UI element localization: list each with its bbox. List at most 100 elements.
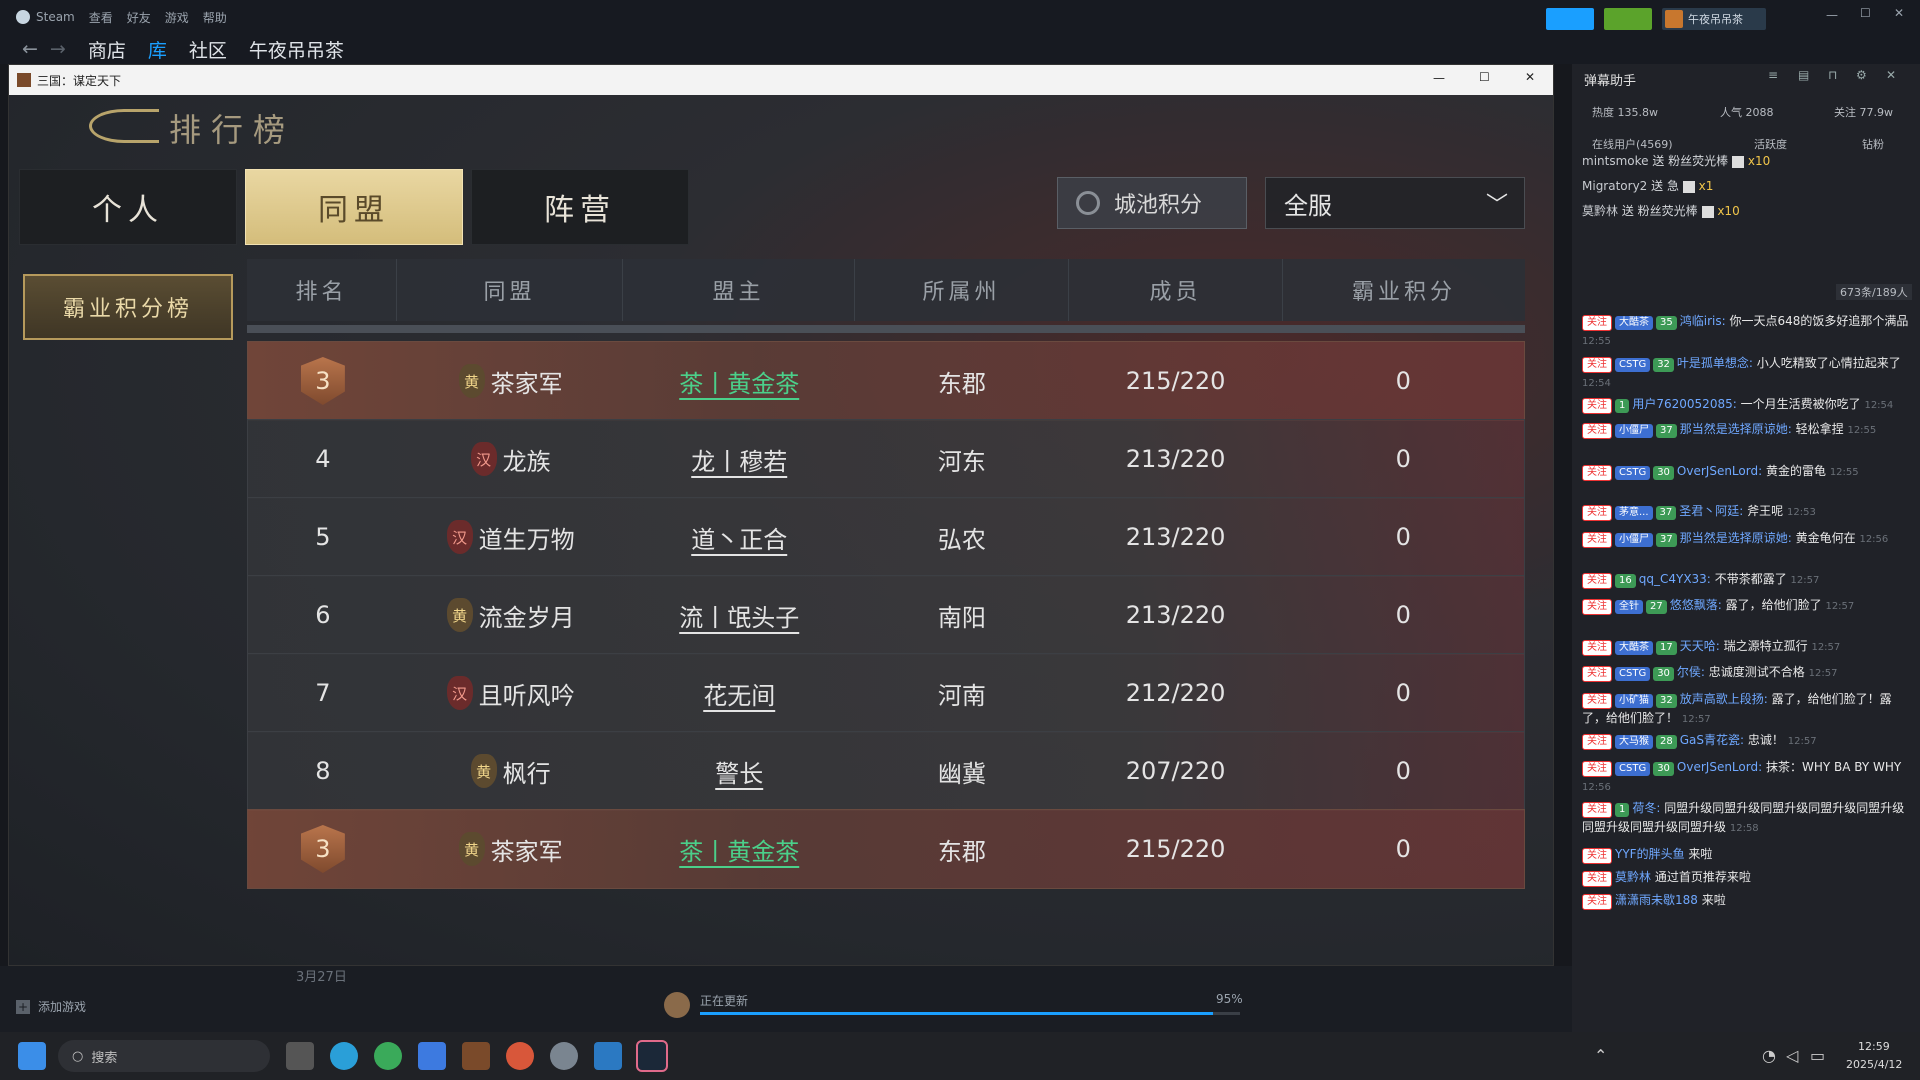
chat-user[interactable]: 悠悠飘落: bbox=[1670, 598, 1722, 612]
steam-logo[interactable]: Steam bbox=[16, 10, 75, 24]
follow-button[interactable]: 关注 bbox=[1582, 505, 1612, 521]
chat-user[interactable]: 放声高歌上段扬: bbox=[1680, 692, 1768, 706]
chat-user[interactable]: 潇潇雨未歇188 bbox=[1615, 893, 1698, 907]
follow-button[interactable]: 关注 bbox=[1582, 599, 1612, 615]
cell-leader[interactable]: 龙丨穆若 bbox=[623, 420, 855, 498]
red-app-icon[interactable] bbox=[506, 1042, 534, 1070]
follow-button[interactable]: 关注 bbox=[1582, 465, 1612, 481]
tab-camp[interactable]: 阵营 bbox=[471, 169, 689, 245]
notes-icon[interactable] bbox=[594, 1042, 622, 1070]
chat-user[interactable]: 用户7620052085: bbox=[1632, 397, 1736, 411]
nav-store[interactable]: 商店 bbox=[88, 36, 126, 63]
follow-button[interactable]: 关注 bbox=[1582, 848, 1612, 864]
announcement-button[interactable] bbox=[1546, 8, 1594, 30]
green-app-icon[interactable] bbox=[374, 1042, 402, 1070]
leader-link[interactable]: 流丨氓头子 bbox=[679, 598, 799, 633]
gear-icon[interactable]: ⚙ bbox=[1856, 68, 1867, 82]
side-button-hegemony[interactable]: 霸业积分榜 bbox=[23, 274, 233, 340]
cell-leader[interactable]: 道丶正合 bbox=[623, 498, 855, 576]
chat-user[interactable]: GaS青花瓷: bbox=[1680, 733, 1744, 747]
cell-leader[interactable]: 流丨氓头子 bbox=[623, 576, 855, 654]
leader-link[interactable]: 茶丨黄金茶 bbox=[679, 364, 799, 399]
settings-icon[interactable] bbox=[550, 1042, 578, 1070]
follow-button[interactable]: 关注 bbox=[1582, 693, 1612, 709]
tray-chevron-icon[interactable]: ⌃ bbox=[1594, 1046, 1607, 1065]
user-menu[interactable]: 午夜吊吊茶 bbox=[1662, 8, 1766, 30]
chat-user[interactable]: 鸿临iris: bbox=[1680, 314, 1726, 328]
tab-personal[interactable]: 个人 bbox=[19, 169, 237, 245]
follow-button[interactable]: 关注 bbox=[1582, 423, 1612, 439]
leader-link[interactable]: 花无间 bbox=[703, 676, 775, 711]
chat-user[interactable]: 尔侯: bbox=[1677, 665, 1705, 679]
cell-leader[interactable]: 茶丨黄金茶 bbox=[623, 810, 855, 888]
clock-time[interactable]: 12:59 bbox=[1858, 1040, 1890, 1053]
menu-help[interactable]: 帮助 bbox=[203, 9, 227, 26]
tab-alliance[interactable]: 同盟 bbox=[245, 169, 463, 245]
follow-button[interactable]: 关注 bbox=[1582, 871, 1612, 887]
update-status[interactable]: 正在更新 95% bbox=[664, 992, 1243, 1026]
table-row[interactable]: 7 汉且听风吟 花无间 河南 212/220 0 bbox=[247, 653, 1525, 733]
chat-user[interactable]: 天天哈: bbox=[1680, 639, 1720, 653]
forward-icon[interactable]: → bbox=[50, 38, 66, 60]
chat-user[interactable]: YYF的胖头鱼 bbox=[1615, 847, 1685, 861]
minimize-icon[interactable]: — bbox=[1826, 8, 1838, 22]
tab-activity[interactable]: 活跃度 bbox=[1754, 136, 1787, 152]
table-row[interactable]: 5 汉道生万物 道丶正合 弘农 213/220 0 bbox=[247, 497, 1525, 577]
doc-icon[interactable]: ▤ bbox=[1798, 68, 1809, 82]
nav-library[interactable]: 库 bbox=[148, 36, 167, 63]
add-game-button[interactable]: + 添加游戏 bbox=[16, 998, 86, 1015]
lock-icon[interactable]: ⊓ bbox=[1828, 68, 1837, 82]
windows-start-icon[interactable] bbox=[18, 1042, 46, 1070]
chat-user[interactable]: OverJSenLord: bbox=[1677, 464, 1762, 478]
steam-taskbar-icon[interactable] bbox=[636, 1040, 668, 1072]
chat-user[interactable]: 圣君丶阿廷: bbox=[1679, 504, 1743, 518]
filter-icon[interactable]: ≡ bbox=[1768, 68, 1778, 82]
back-icon[interactable]: ← bbox=[22, 38, 38, 60]
follow-button[interactable]: 关注 bbox=[1582, 398, 1612, 414]
follow-button[interactable]: 关注 bbox=[1582, 315, 1612, 331]
leader-link[interactable]: 龙丨穆若 bbox=[691, 442, 787, 477]
table-row[interactable]: 8 黄枫行 警长 幽冀 207/220 0 bbox=[247, 731, 1525, 811]
menu-friends[interactable]: 好友 bbox=[127, 9, 151, 26]
follow-button[interactable]: 关注 bbox=[1582, 666, 1612, 682]
chat-user[interactable]: qq_C4YX33: bbox=[1639, 572, 1711, 586]
leader-link[interactable]: 道丶正合 bbox=[691, 520, 787, 555]
volume-icon[interactable]: ◁ bbox=[1786, 1046, 1798, 1065]
follow-button[interactable]: 关注 bbox=[1582, 894, 1612, 910]
follow-button[interactable]: 关注 bbox=[1582, 573, 1612, 589]
tab-diamond-fans[interactable]: 钻粉 bbox=[1862, 136, 1884, 152]
chat-user[interactable]: 那当然是选择原谅她: bbox=[1680, 531, 1792, 545]
chat-user[interactable]: OverJSenLord: bbox=[1677, 760, 1762, 774]
follow-button[interactable]: 关注 bbox=[1582, 532, 1612, 548]
server-select[interactable]: 全服 ﹀ bbox=[1265, 177, 1525, 229]
edge-icon[interactable] bbox=[330, 1042, 358, 1070]
table-row[interactable]: 4 汉龙族 龙丨穆若 河东 213/220 0 bbox=[247, 419, 1525, 499]
table-row[interactable]: 3 黄茶家军 茶丨黄金茶 东郡 215/220 0 bbox=[247, 809, 1525, 889]
chat-user[interactable]: 那当然是选择原谅她: bbox=[1680, 422, 1792, 436]
game-maximize-icon[interactable]: ☐ bbox=[1479, 70, 1490, 84]
follow-button[interactable]: 关注 bbox=[1582, 734, 1612, 750]
game-minimize-icon[interactable]: — bbox=[1433, 71, 1445, 85]
wifi-icon[interactable]: ◔ bbox=[1762, 1046, 1776, 1065]
danmu-close-icon[interactable]: ✕ bbox=[1886, 68, 1896, 82]
table-row[interactable]: 3 黄茶家军 茶丨黄金茶 东郡 215/220 0 bbox=[247, 341, 1525, 421]
leader-link[interactable]: 茶丨黄金茶 bbox=[679, 832, 799, 867]
close-icon[interactable]: ✕ bbox=[1894, 6, 1904, 20]
tab-online-users[interactable]: 在线用户(4569) bbox=[1592, 136, 1673, 152]
cell-leader[interactable]: 警长 bbox=[623, 732, 855, 810]
battery-icon[interactable]: ▭ bbox=[1810, 1046, 1825, 1065]
follow-button[interactable]: 关注 bbox=[1582, 640, 1612, 656]
chat-user[interactable]: 荷冬: bbox=[1632, 801, 1660, 815]
clock-date[interactable]: 2025/4/12 bbox=[1846, 1058, 1902, 1071]
leader-link[interactable]: 警长 bbox=[715, 754, 763, 789]
table-row[interactable]: 6 黄流金岁月 流丨氓头子 南阳 213/220 0 bbox=[247, 575, 1525, 655]
notification-button[interactable] bbox=[1604, 8, 1652, 30]
chat-user[interactable]: 叶是孤单想念: bbox=[1677, 356, 1753, 370]
menu-view[interactable]: 查看 bbox=[89, 9, 113, 26]
follow-button[interactable]: 关注 bbox=[1582, 357, 1612, 373]
chat-user[interactable]: 莫黔林 bbox=[1615, 870, 1651, 884]
city-score-button[interactable]: 城池积分 bbox=[1057, 177, 1247, 229]
nav-profile[interactable]: 午夜吊吊茶 bbox=[249, 36, 344, 63]
follow-button[interactable]: 关注 bbox=[1582, 761, 1612, 777]
follow-button[interactable]: 关注 bbox=[1582, 802, 1612, 818]
